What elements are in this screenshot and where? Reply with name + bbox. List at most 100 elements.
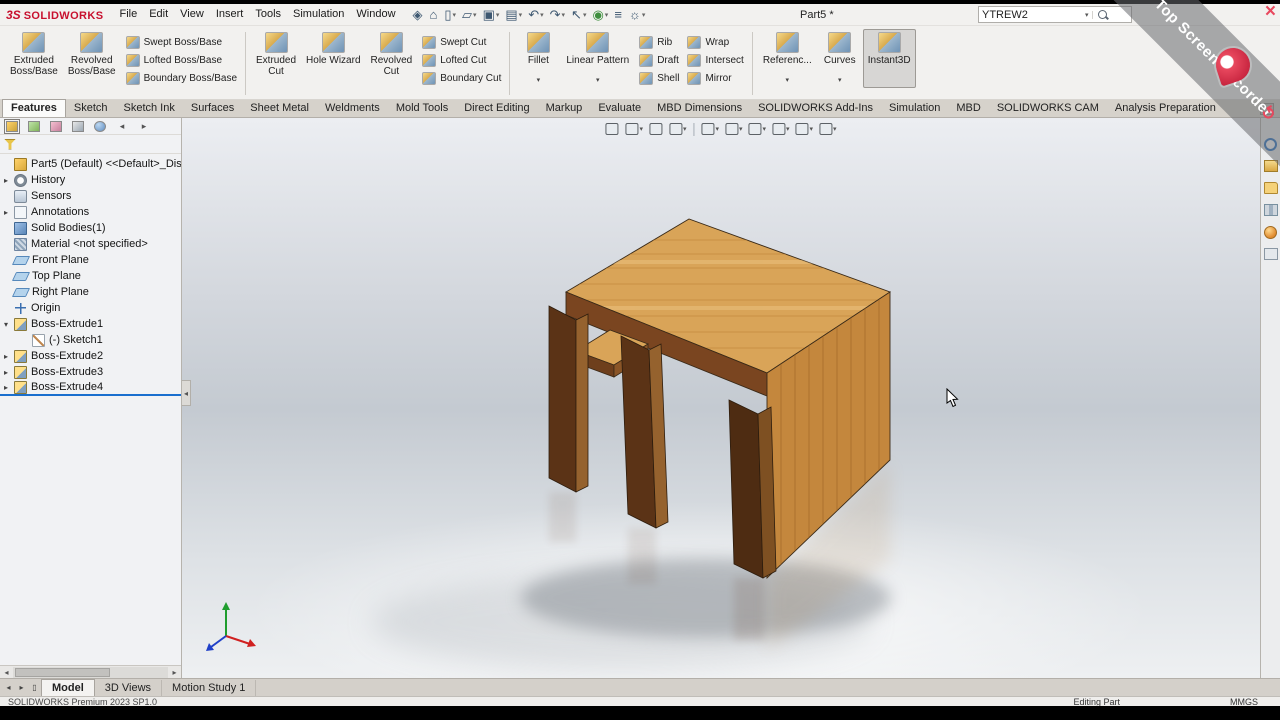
expand-arrow-icon[interactable]: ▸ xyxy=(4,176,14,185)
command-tab[interactable]: Surfaces xyxy=(183,100,242,117)
quickbar-button[interactable]: ▾ xyxy=(547,5,568,25)
ribbon-button[interactable]: Linear Pattern ▾ xyxy=(561,29,634,88)
menu-item[interactable]: View xyxy=(174,4,210,25)
quickbar-button[interactable]: ▾ xyxy=(568,5,589,25)
command-tab[interactable]: Direct Editing xyxy=(456,100,537,117)
ribbon-button[interactable]: Fillet ▾ xyxy=(515,29,561,88)
tab-nav-button[interactable] xyxy=(2,683,15,692)
ribbon-button[interactable]: Swept Boss/Base xyxy=(123,33,240,51)
menu-item[interactable]: Window xyxy=(350,4,401,25)
view-tool-button[interactable]: ▾ xyxy=(667,122,689,136)
tree-item[interactable]: Sensors xyxy=(0,188,181,204)
view-tool-button[interactable] xyxy=(647,122,665,136)
tree-item[interactable]: Front Plane xyxy=(0,252,181,268)
tree-item[interactable]: ▾ Boss-Extrude1 xyxy=(0,316,181,332)
ribbon-button[interactable]: Intersect xyxy=(684,51,746,69)
search-dropdown-caret-icon[interactable]: ▾ xyxy=(1082,10,1093,19)
scrollbar-track[interactable] xyxy=(13,666,168,678)
quickbar-button[interactable]: ▾ xyxy=(480,5,503,25)
panel-tab[interactable] xyxy=(46,119,66,133)
task-pane-button[interactable] xyxy=(1262,246,1280,262)
status-units[interactable]: MMGS xyxy=(1230,697,1258,706)
command-tab[interactable]: MBD xyxy=(948,100,988,117)
ribbon-button[interactable]: Lofted Cut xyxy=(419,51,504,69)
ribbon-button[interactable]: Rib xyxy=(636,33,682,51)
command-tab[interactable]: Markup xyxy=(538,100,591,117)
ribbon-button[interactable]: Hole Wizard xyxy=(301,29,365,88)
menu-item[interactable]: Insert xyxy=(210,4,250,25)
menu-item[interactable]: Edit xyxy=(143,4,174,25)
tree-item[interactable]: ▸ Boss-Extrude2 xyxy=(0,348,181,364)
panel-tab[interactable] xyxy=(112,119,132,133)
view-tool-button[interactable]: ▾ xyxy=(770,122,792,136)
command-tab[interactable]: Sketch xyxy=(66,100,116,117)
tab-nav-button[interactable] xyxy=(15,683,28,692)
panel-horizontal-scrollbar[interactable]: ◂ ▸ xyxy=(0,665,181,678)
ribbon-button[interactable]: Revolved Cut xyxy=(366,29,418,88)
panel-tab[interactable] xyxy=(90,119,110,133)
ribbon-button[interactable]: Curves ▾ xyxy=(817,29,863,88)
expand-arrow-icon[interactable]: ▸ xyxy=(4,352,14,361)
panel-collapse-handle[interactable]: ◂ xyxy=(182,380,191,406)
tree-item[interactable]: Top Plane xyxy=(0,268,181,284)
view-tool-button[interactable] xyxy=(693,122,695,136)
command-tab[interactable]: Simulation xyxy=(881,100,948,117)
tab-nav-button[interactable] xyxy=(28,683,41,692)
task-pane-button[interactable] xyxy=(1262,158,1280,174)
menu-item[interactable]: Tools xyxy=(249,4,287,25)
tree-item[interactable]: Part5 (Default) <<Default>_Display S xyxy=(0,156,181,172)
tree-item[interactable]: Solid Bodies(1) xyxy=(0,220,181,236)
search-input[interactable] xyxy=(982,8,1082,21)
search-icon[interactable] xyxy=(1097,9,1109,21)
ribbon-button[interactable]: Revolved Boss/Base xyxy=(63,29,121,88)
tree-item[interactable]: Origin xyxy=(0,300,181,316)
task-pane-button[interactable] xyxy=(1262,224,1280,240)
panel-tab[interactable] xyxy=(24,119,44,133)
expand-arrow-icon[interactable]: ▸ xyxy=(4,383,14,392)
ribbon-button[interactable]: Boundary Boss/Base xyxy=(123,69,240,87)
scroll-left-icon[interactable]: ◂ xyxy=(0,668,13,677)
ribbon-button[interactable]: Wrap xyxy=(684,33,746,51)
tree-item[interactable]: Material <not specified> xyxy=(0,236,181,252)
ribbon-button[interactable]: Instant3D xyxy=(862,29,916,88)
scroll-right-icon[interactable]: ▸ xyxy=(168,668,181,677)
document-tab[interactable]: Model xyxy=(41,679,95,696)
command-tab[interactable]: Evaluate xyxy=(590,100,649,117)
quickbar-button[interactable]: ▾ xyxy=(589,5,611,25)
ribbon-button[interactable]: Swept Cut xyxy=(419,33,504,51)
menu-item[interactable]: File xyxy=(113,4,143,25)
command-tab[interactable]: Sheet Metal xyxy=(242,100,317,117)
command-tab[interactable]: Features xyxy=(2,99,66,117)
tree-item[interactable]: ▸ Boss-Extrude4 xyxy=(0,380,181,396)
quickbar-button[interactable]: ▾ xyxy=(502,5,525,25)
quickbar-button[interactable] xyxy=(611,5,626,25)
panel-tab[interactable] xyxy=(2,118,22,134)
view-tool-button[interactable]: ▾ xyxy=(699,122,721,136)
expand-arrow-icon[interactable]: ▸ xyxy=(4,208,14,217)
ribbon-options-icon[interactable] xyxy=(1260,103,1274,115)
ribbon-button[interactable]: Shell xyxy=(636,69,682,87)
view-tool-button[interactable] xyxy=(603,122,621,136)
quickbar-button[interactable]: ▾ xyxy=(626,5,648,25)
ribbon-button[interactable]: Extruded Cut xyxy=(251,29,301,88)
command-tab[interactable]: Analysis Preparation xyxy=(1107,100,1224,117)
ribbon-button[interactable]: Draft xyxy=(636,51,682,69)
panel-tab[interactable] xyxy=(134,119,154,133)
ribbon-button[interactable]: Boundary Cut xyxy=(419,69,504,87)
expand-arrow-icon[interactable]: ▾ xyxy=(4,320,14,329)
task-pane-button[interactable] xyxy=(1262,136,1280,152)
tree-item[interactable]: Right Plane xyxy=(0,284,181,300)
view-tool-button[interactable]: ▾ xyxy=(723,122,745,136)
quickbar-button[interactable] xyxy=(410,5,427,25)
filter-funnel-icon[interactable] xyxy=(4,138,16,150)
scrollbar-thumb[interactable] xyxy=(15,667,110,677)
command-tab[interactable]: Sketch Ink xyxy=(116,100,183,117)
command-tab[interactable]: Weldments xyxy=(317,100,388,117)
menu-item[interactable]: Simulation xyxy=(287,4,350,25)
view-tool-button[interactable]: ▾ xyxy=(794,122,816,136)
tree-item[interactable]: ▸ Annotations xyxy=(0,204,181,220)
task-pane-button[interactable] xyxy=(1262,180,1280,196)
tree-item[interactable]: ▸ Boss-Extrude3 xyxy=(0,364,181,380)
ribbon-button[interactable]: Lofted Boss/Base xyxy=(123,51,240,69)
view-tool-button[interactable]: ▾ xyxy=(817,122,839,136)
